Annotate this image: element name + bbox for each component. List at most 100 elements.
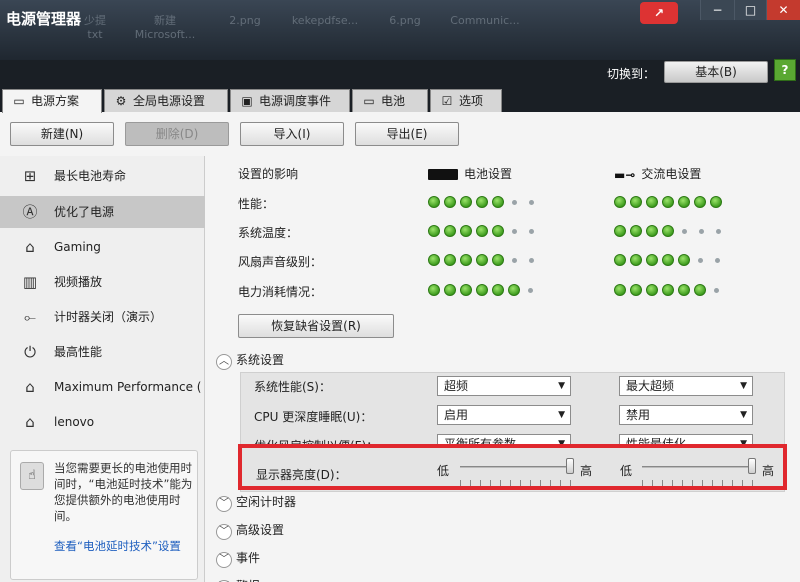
sidebar-item-label: 计时器关闭（演示） <box>54 310 163 324</box>
plug-icon: ⟜ <box>23 308 36 326</box>
tab-label: 选项 <box>459 94 484 108</box>
alerts-section[interactable]: ﹀警报 <box>216 577 260 582</box>
idle-timer-section[interactable]: ﹀ 空闲计时器 <box>216 493 296 512</box>
setting-label: CPU 更深度睡眠(U)： <box>254 410 373 424</box>
rating-dot-off <box>529 199 534 205</box>
export-button[interactable]: 导出(E) <box>355 122 459 146</box>
tab-battery[interactable]: ▭ 电池 <box>352 89 428 112</box>
delete-button[interactable]: 删除(D) <box>125 122 229 146</box>
basic-mode-button[interactable]: 基本(B) <box>664 61 768 83</box>
minimize-button[interactable]: − <box>700 0 734 20</box>
rating-dot-off <box>682 228 687 234</box>
rating-dot-on <box>492 196 504 208</box>
rating-dot-on <box>476 225 488 237</box>
sidebar-item-label: 最高性能 <box>54 345 103 359</box>
maximize-button[interactable]: □ <box>734 0 766 20</box>
rating-dot-on <box>428 254 440 266</box>
select-value: 最大超频 <box>626 379 675 393</box>
sidebar-item-longest-battery[interactable]: ⊞ 最长电池寿命 <box>0 160 205 192</box>
rating-dot-on <box>662 225 674 237</box>
events-section[interactable]: ﹀ 事件 <box>216 549 260 568</box>
rating-dot-off <box>528 287 533 293</box>
rating-dot-off <box>698 257 703 263</box>
battery-settings-heading: 电池设置 <box>428 165 512 182</box>
tab-options[interactable]: ☑ 选项 <box>430 89 502 112</box>
cpu-deep-sleep-ac-select[interactable]: 禁用 ▼ <box>619 405 753 425</box>
rating-dot-off <box>716 228 721 234</box>
rating-dot-off <box>714 287 719 293</box>
rating-dot-on <box>646 254 658 266</box>
rating-dot-on <box>444 284 456 296</box>
rating-dot-on <box>614 196 626 208</box>
desktop-icon-label: kekepdfse... <box>291 14 359 27</box>
rating-dot-on <box>460 284 472 296</box>
battery-icon: ▭ <box>363 94 375 108</box>
rating-dot-on <box>710 196 722 208</box>
rating-dot-on <box>492 254 504 266</box>
tab-schedule-events[interactable]: ▣ 电源调度事件 <box>230 89 350 112</box>
new-button[interactable]: 新建(N) <box>10 122 114 146</box>
rating-dot-on <box>476 284 488 296</box>
sidebar-item-label: Gaming <box>54 240 101 254</box>
rating-dot-on <box>630 284 642 296</box>
battery-rating-dots <box>428 196 538 208</box>
close-button[interactable]: ✕ <box>766 0 800 20</box>
desktop-icon-label: 2.png <box>229 14 261 27</box>
sidebar-item-max-perf[interactable]: ⏻ 最高性能 <box>0 336 205 368</box>
sidebar-item-timer-off[interactable]: ⟜ 计时器关闭（演示） <box>0 301 205 333</box>
rating-dot-on <box>646 196 658 208</box>
restore-defaults-button[interactable]: 恢复缺省设置(R) <box>238 314 394 338</box>
a-circle-icon: Ⓐ <box>22 203 38 221</box>
rating-dot-off <box>512 228 517 234</box>
rating-dot-off <box>699 228 704 234</box>
tab-global-settings[interactable]: ⚙ 全局电源设置 <box>104 89 228 112</box>
house-icon: ⌂ <box>25 378 35 396</box>
rating-dot-on <box>678 196 690 208</box>
dropdown-arrow-icon: ▼ <box>740 410 747 420</box>
select-value: 启用 <box>444 408 469 422</box>
sidebar-item-maximum-performance[interactable]: ⌂ Maximum Performance ( <box>0 371 205 403</box>
rating-dot-on <box>630 196 642 208</box>
battery-plug-icon: ⊞ <box>23 167 37 185</box>
help-button[interactable]: ? <box>774 59 796 81</box>
dropdown-arrow-icon: ▼ <box>558 410 565 420</box>
sidebar-item-gaming[interactable]: ⌂ Gaming <box>0 231 205 263</box>
rating-dot-on <box>460 254 472 266</box>
hint-link[interactable]: 查看“电池延时技术”设置 <box>54 538 184 554</box>
cpu-deep-sleep-battery-select[interactable]: 启用 ▼ <box>437 405 571 425</box>
system-performance-battery-select[interactable]: 超频 ▼ <box>437 376 571 396</box>
advanced-settings-section[interactable]: ﹀ 高级设置 <box>216 521 284 540</box>
hint-text: 当您需要更长的电池使用时间时，“电池延时技术”能为您提供额外的电池使用时间。 <box>54 461 193 523</box>
sidebar-item-optimized[interactable]: Ⓐ 优化了电源 <box>0 196 205 228</box>
select-value: 超频 <box>444 379 469 393</box>
system-performance-ac-select[interactable]: 最大超频 ▼ <box>619 376 753 396</box>
rating-dot-on <box>460 196 472 208</box>
tab-label: 电源调度事件 <box>259 94 332 108</box>
system-settings-header[interactable]: ︿ 系统设置 <box>216 351 284 370</box>
dropdown-arrow-icon: ▼ <box>558 381 565 391</box>
battery-heading-label: 电池设置 <box>464 167 513 181</box>
lenovo-logo-icon: ↗ <box>640 2 678 24</box>
section-label: 空闲计时器 <box>236 495 297 509</box>
rating-dot-on <box>678 254 690 266</box>
ac-heading-label: 交流电设置 <box>641 167 702 181</box>
rating-dot-on <box>444 196 456 208</box>
sidebar-item-label: lenovo <box>54 415 95 429</box>
import-button[interactable]: 导入(I) <box>240 122 344 146</box>
rating-dot-off <box>512 199 517 205</box>
plan-icon: ▭ <box>13 94 25 108</box>
sidebar-item-video[interactable]: ▥ 视频播放 <box>0 266 205 298</box>
sidebar-item-lenovo[interactable]: ⌂ lenovo <box>0 406 205 438</box>
rating-dot-off <box>529 257 534 263</box>
switch-label: 切换到： <box>607 67 656 81</box>
impact-row-label: 系统温度： <box>238 226 299 240</box>
impact-row-label: 风扇声音级别： <box>238 255 323 269</box>
house-icon: ⌂ <box>25 413 35 431</box>
rating-dot-off <box>529 228 534 234</box>
desktop-icon-label: Communic... <box>450 14 520 27</box>
section-label: 系统设置 <box>236 353 285 367</box>
rating-dot-on <box>662 196 674 208</box>
tab-power-plans[interactable]: ▭ 电源方案 <box>2 89 102 113</box>
desktop-icon-label: 新建 Microsoft... <box>134 14 196 41</box>
rating-dot-on <box>428 225 440 237</box>
